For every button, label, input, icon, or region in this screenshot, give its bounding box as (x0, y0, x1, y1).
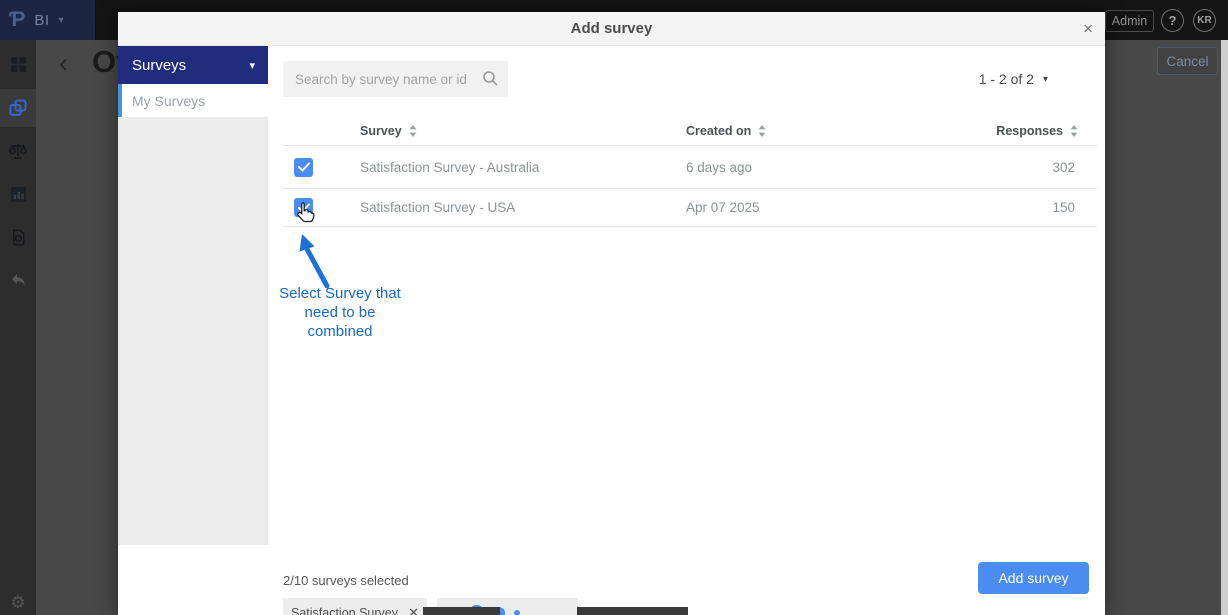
dashboard-icon[interactable] (0, 45, 36, 83)
row-checkbox-checked[interactable] (294, 158, 313, 177)
column-header-responses[interactable]: Responses (996, 124, 1078, 138)
responses-value: 302 (1052, 146, 1075, 188)
selected-survey-chip[interactable]: Satisfaction Survey ... ✕ (283, 598, 427, 615)
add-survey-button[interactable]: Add survey (978, 562, 1089, 594)
sidebar: ⚙ (0, 40, 36, 615)
sidebar-panel-background (118, 117, 268, 545)
settings-gear-icon[interactable]: ⚙ (0, 584, 36, 615)
compare-scale-icon[interactable] (0, 132, 36, 170)
report-document-icon[interactable] (0, 218, 36, 256)
loading-dot (514, 610, 520, 615)
bottom-edge-artifact (423, 607, 500, 615)
survey-name: Satisfaction Survey - Australia (360, 146, 539, 188)
sort-icon[interactable] (1070, 125, 1078, 137)
column-header-survey[interactable]: Survey (360, 124, 417, 138)
survey-name: Satisfaction Survey - USA (360, 189, 515, 226)
app-root: Ƥ BI ▾ Admin ? KR ⚙ ‹ Ov Cancel (0, 0, 1228, 615)
search-icon (482, 70, 499, 87)
scrollbar[interactable] (1221, 40, 1228, 615)
chip-label: Satisfaction Survey ... (291, 606, 402, 615)
table-row[interactable]: Satisfaction Survey - USA Apr 07 2025 15… (283, 189, 1097, 227)
pagination-control[interactable]: 1 - 2 of 2 ▾ (979, 71, 1048, 87)
column-label: Responses (996, 124, 1063, 138)
chevron-down-icon: ▾ (249, 59, 255, 72)
help-button[interactable]: ? (1161, 9, 1184, 32)
mouse-cursor-icon (295, 201, 315, 224)
selected-count-summary: 2/10 surveys selected (283, 573, 409, 588)
avatar[interactable]: KR (1193, 9, 1216, 32)
chevron-down-icon: ▾ (1043, 74, 1048, 85)
column-label: Created on (686, 124, 751, 138)
created-on-value: 6 days ago (686, 146, 752, 188)
brand-logo[interactable]: Ƥ BI ▾ (0, 0, 95, 40)
table-row[interactable]: Satisfaction Survey - Australia 6 days a… (283, 146, 1097, 189)
created-on-value: Apr 07 2025 (686, 189, 760, 226)
responses-value: 150 (1052, 189, 1075, 226)
sort-icon[interactable] (758, 125, 766, 137)
admin-button[interactable]: Admin (1105, 10, 1154, 32)
surveys-source-label: Surveys (118, 57, 186, 74)
add-survey-modal: Add survey × Surveys ▾ My Surveys 1 - 2 … (118, 12, 1105, 615)
bottom-edge-artifact (577, 607, 688, 615)
combine-surveys-icon[interactable] (0, 89, 36, 127)
annotation-text: Select Survey that need to be combined (270, 284, 410, 341)
sidebar-item-label: My Surveys (122, 93, 205, 109)
product-label: BI (34, 12, 49, 29)
modal-title: Add survey (118, 12, 1105, 46)
cancel-button[interactable]: Cancel (1157, 47, 1218, 75)
search-input[interactable] (283, 61, 508, 97)
annotation-line-2: need to be combined (270, 303, 410, 341)
sidebar-item-my-surveys[interactable]: My Surveys (118, 84, 268, 117)
pagination-label: 1 - 2 of 2 (979, 71, 1034, 87)
remove-chip-icon[interactable]: ✕ (408, 605, 419, 615)
undo-arrow-icon[interactable] (0, 261, 36, 299)
chevron-down-icon[interactable]: ▾ (59, 15, 64, 26)
close-icon[interactable]: × (1083, 19, 1093, 39)
column-label: Survey (360, 124, 402, 138)
surveys-source-dropdown[interactable]: Surveys ▾ (118, 46, 268, 84)
sort-icon[interactable] (409, 125, 417, 137)
modal-header: Add survey × (118, 12, 1105, 46)
back-chevron-icon[interactable]: ‹ (59, 48, 68, 79)
brand-logo-icon: Ƥ (9, 8, 25, 32)
annotation-line-1: Select Survey that (270, 284, 410, 303)
column-header-created-on[interactable]: Created on (686, 124, 766, 138)
analytics-chart-icon[interactable] (0, 175, 36, 213)
survey-search (283, 61, 508, 97)
